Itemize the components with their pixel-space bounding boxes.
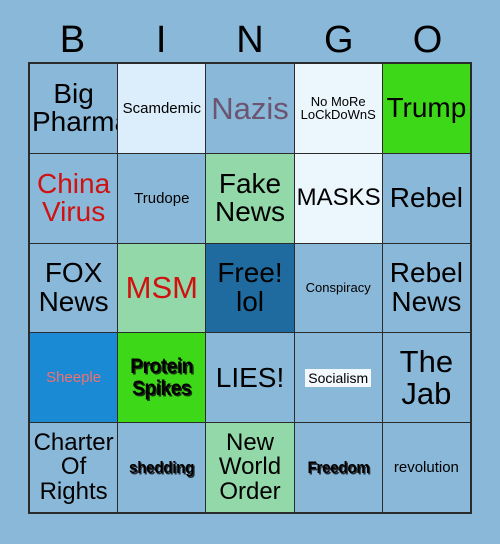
bingo-cell[interactable]: No MoRe LoCkDoWnS [294, 64, 382, 153]
bingo-cell[interactable]: Conspiracy [294, 243, 382, 333]
bingo-cell[interactable]: MSM [118, 243, 206, 333]
bingo-cell-label: Sheeple [46, 369, 102, 387]
bingo-cell-label: Trudope [134, 189, 190, 207]
bingo-grid: Big Pharma Scamdemic Nazis No MoRe LoCkDoWn… [28, 62, 472, 514]
bingo-cell-label: New World Order [218, 428, 282, 505]
bingo-cell-label: FOX News [38, 257, 109, 317]
bingo-cell-label: Scamdemic [122, 99, 201, 117]
bingo-cell[interactable]: Trudope [118, 153, 206, 243]
bingo-cell-label: Big Pharma [32, 77, 117, 138]
bingo-cell-label: Rebel [389, 181, 463, 213]
header-letter-o: O [412, 19, 443, 61]
bingo-cell-label: Freedom [307, 457, 370, 477]
bingo-cell[interactable]: Nazis [206, 64, 294, 153]
bingo-cell[interactable]: Protein Spikes [118, 333, 206, 423]
bingo-cell-label: MSM [125, 270, 198, 306]
bingo-cell-label: Fake News [214, 167, 285, 228]
bingo-cell-label: Charter Of Rights [33, 428, 114, 505]
bingo-cell-label: Nazis [211, 90, 289, 126]
bingo-cell[interactable]: FOX News [30, 243, 118, 333]
bingo-cell[interactable]: Freedom [294, 423, 382, 512]
bingo-cell[interactable]: shedding [118, 423, 206, 512]
bingo-cell[interactable]: Socialism [294, 333, 382, 423]
bingo-cell[interactable]: China Virus [30, 153, 118, 243]
header-letter-i: I [155, 19, 167, 61]
header-letter-g: G [324, 19, 354, 61]
bingo-cell-label: MASKS [296, 183, 381, 211]
bingo-cell[interactable]: MASKS [294, 153, 382, 243]
bingo-card: B I N G O Big Pharma Scamdemic Nazis No MoR… [0, 0, 500, 544]
bingo-cell[interactable]: Big Pharma [30, 64, 118, 153]
bingo-cell-label: Socialism [307, 369, 370, 386]
header-letter-n: N [236, 19, 264, 61]
bingo-cell[interactable]: LIES! [206, 333, 294, 423]
bingo-cell[interactable]: Scamdemic [118, 64, 206, 153]
bingo-cell-label: China Virus [37, 167, 111, 228]
bingo-cell-label: revolution [393, 458, 459, 476]
bingo-cell[interactable]: Trump [382, 64, 470, 153]
bingo-header: B I N G O [28, 18, 472, 62]
bingo-cell-label: shedding [129, 457, 195, 477]
bingo-cell[interactable]: Rebel [382, 153, 470, 243]
bingo-cell[interactable]: Rebel News [382, 243, 470, 333]
bingo-cell[interactable]: Free! lol [206, 243, 294, 333]
bingo-cell[interactable]: revolution [382, 423, 470, 512]
bingo-cell-label: Trump [386, 92, 467, 124]
bingo-cell-label: LIES! [215, 361, 285, 393]
header-letter-b: B [59, 19, 86, 61]
bingo-cell-label: No MoRe LoCkDoWnS [300, 94, 376, 123]
bingo-cell-label: Protein Spikes [130, 355, 194, 400]
bingo-cell-label: Free! lol [217, 257, 283, 317]
bingo-cell[interactable]: Charter Of Rights [30, 423, 118, 512]
bingo-cell[interactable]: Fake News [206, 153, 294, 243]
bingo-cell[interactable]: The Jab [382, 333, 470, 423]
bingo-cell[interactable]: New World Order [206, 423, 294, 512]
bingo-cell-label: The Jab [399, 344, 454, 411]
bingo-cell-label: Rebel News [389, 257, 463, 317]
bingo-cell[interactable]: Sheeple [30, 333, 118, 423]
bingo-cell-label: Conspiracy [305, 280, 371, 296]
